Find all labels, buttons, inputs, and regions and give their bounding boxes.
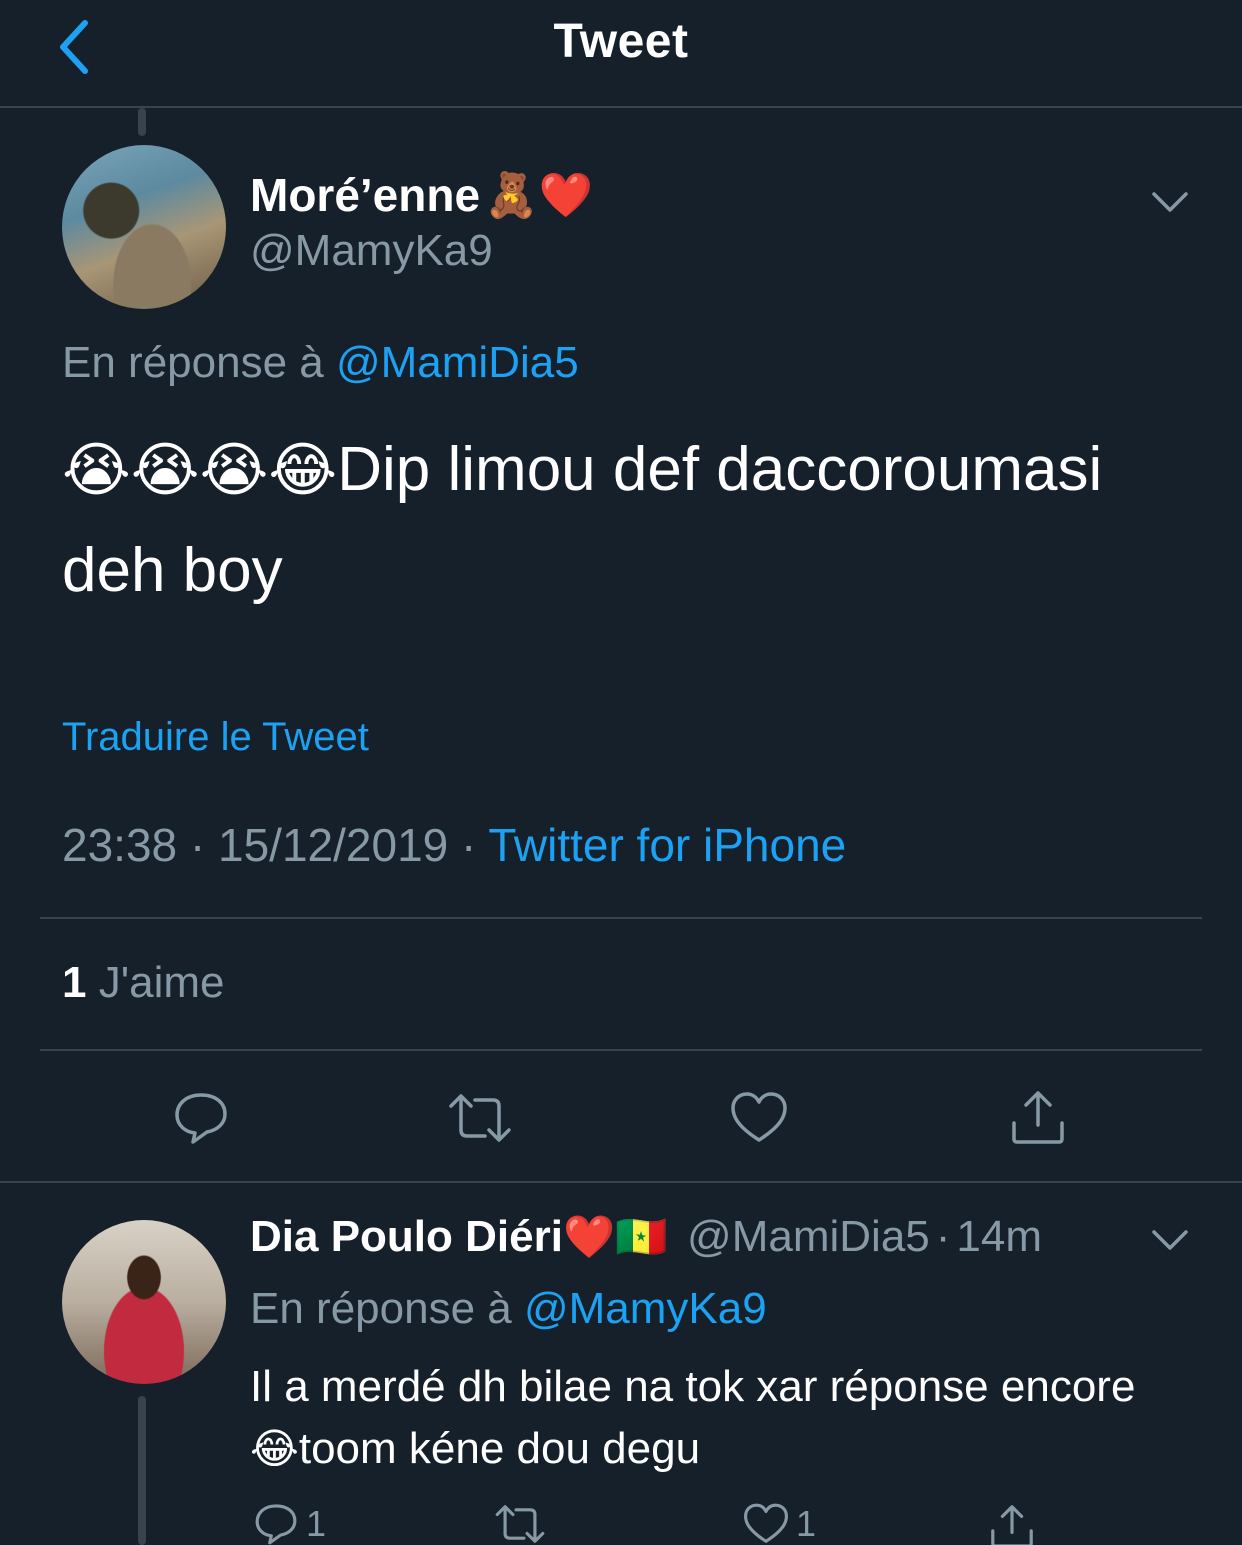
reply-tweet-share-button[interactable] [988, 1502, 1036, 1545]
thread-connector-top [138, 108, 146, 136]
thread-connector-bottom [138, 1396, 146, 1545]
tweet-menu-button[interactable] [1148, 186, 1192, 216]
retweet-icon [449, 1094, 511, 1142]
reply-icon [175, 1093, 227, 1144]
reply-author-name-emojis: ❤️🇸🇳 [562, 1212, 668, 1260]
retweet-button[interactable] [445, 1088, 515, 1148]
reply-icon [255, 1504, 297, 1545]
reply-text-part2: toom kéne dou degu [298, 1424, 701, 1473]
reply-text-part1: Il a merdé dh bilae na tok xar réponse e… [250, 1362, 1136, 1411]
reply-author-handle[interactable]: @MamiDia5 [687, 1212, 930, 1262]
likes-summary[interactable]: 1 J'aime [62, 958, 225, 1008]
reply-author-row: Dia Poulo Diéri ❤️🇸🇳 @MamiDia5 · 14m [250, 1212, 1042, 1262]
reply-count: 1 [306, 1503, 327, 1544]
reply-to-link[interactable]: @MamiDia5 [336, 338, 579, 387]
reply-text-emoji: 😂 [250, 1425, 299, 1472]
reply-context: En réponse à @MamiDia5 [62, 338, 579, 388]
likes-count: 1 [62, 958, 87, 1007]
meta-separator: · [935, 1212, 951, 1261]
top-nav-bar: Tweet [0, 0, 1242, 108]
tweet-source-link[interactable]: Twitter for iPhone [488, 819, 846, 871]
tweet-text-emojis: 😭😭😭😂 [62, 438, 338, 503]
reply-prefix: En réponse à [250, 1284, 512, 1333]
tweet-text: 😭😭😭😂Dip limou def daccoroumasi deh boy [62, 420, 1182, 621]
divider [40, 917, 1202, 919]
like-icon [731, 1092, 787, 1142]
tweet-time: 23:38 [62, 819, 178, 871]
tweet-date: 15/12/2019 [218, 819, 449, 871]
author-name-emojis: 🧸❤️ [484, 171, 593, 220]
like-icon [744, 1503, 788, 1543]
share-button[interactable] [1006, 1086, 1070, 1148]
divider [40, 1049, 1202, 1051]
author-name[interactable]: Moré’enne 🧸❤️ [250, 168, 593, 222]
reply-tweet-menu-button[interactable] [1148, 1224, 1192, 1254]
author-display-name: Moré’enne [250, 169, 481, 221]
reply-button[interactable] [168, 1088, 234, 1148]
reply-prefix: En réponse à [62, 338, 324, 387]
divider [0, 1181, 1242, 1183]
page-title: Tweet [553, 15, 689, 68]
like-count: 1 [796, 1503, 817, 1544]
retweet-icon [495, 1505, 545, 1543]
reply-context: En réponse à @MamyKa9 [250, 1284, 767, 1334]
share-icon [991, 1505, 1033, 1545]
meta-separator: · [189, 819, 206, 871]
reply-tweet-text: Il a merdé dh bilae na tok xar réponse e… [250, 1356, 1170, 1480]
avatar[interactable] [62, 145, 226, 309]
chevron-down-icon [1152, 1230, 1188, 1250]
like-button[interactable] [727, 1088, 791, 1148]
chevron-down-icon [1152, 192, 1188, 212]
reply-tweet-like-button[interactable]: 1 [742, 1502, 816, 1545]
meta-separator: · [461, 819, 477, 871]
translate-link[interactable]: Traduire le Tweet [62, 715, 369, 760]
reply-time-ago[interactable]: 14m [956, 1212, 1042, 1262]
reply-author-name[interactable]: Dia Poulo Diéri [250, 1212, 563, 1262]
avatar[interactable] [62, 1220, 226, 1384]
reply-to-link[interactable]: @MamyKa9 [524, 1284, 767, 1333]
author-handle[interactable]: @MamyKa9 [250, 226, 493, 276]
share-icon [1012, 1091, 1064, 1144]
likes-label: J'aime [98, 958, 225, 1007]
reply-tweet-reply-button[interactable]: 1 [252, 1502, 326, 1545]
reply-tweet-retweet-button[interactable] [492, 1502, 548, 1545]
tweet-meta: 23:38 · 15/12/2019 · Twitter for iPhone [62, 818, 846, 872]
